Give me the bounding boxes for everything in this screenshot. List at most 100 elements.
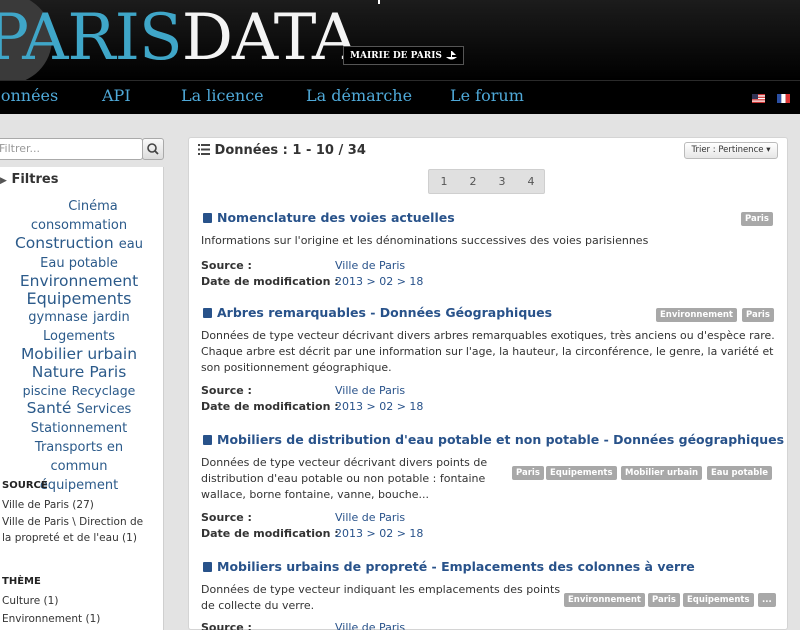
dataset-tag[interactable]: Mobilier urbain bbox=[621, 466, 703, 480]
cloud-tag[interactable]: Eau potable bbox=[40, 256, 118, 271]
cloud-tag[interactable]: consommation bbox=[31, 218, 127, 233]
dataset-tag[interactable]: Equipements bbox=[546, 466, 617, 480]
book-icon bbox=[203, 435, 212, 445]
book-icon bbox=[203, 562, 212, 572]
source-facet-item[interactable]: Ville de Paris (27) bbox=[2, 497, 152, 513]
right-gutter bbox=[790, 114, 800, 630]
cloud-tag[interactable]: Nature bbox=[32, 363, 85, 381]
dataset-source[interactable]: Ville de Paris bbox=[335, 384, 405, 397]
cloud-tag[interactable]: piscine bbox=[23, 383, 67, 398]
site-logo[interactable]: PARISDATA bbox=[0, 1, 358, 75]
theme-heading: THÈME bbox=[2, 576, 41, 587]
filtres-heading[interactable]: ▶ Filtres bbox=[0, 172, 58, 187]
main-nav: Données API La licence La démarche Le fo… bbox=[0, 80, 800, 115]
dataset-source[interactable]: Ville de Paris bbox=[335, 621, 405, 630]
filtres-label: Filtres bbox=[11, 172, 59, 187]
ship-icon bbox=[446, 51, 457, 60]
source-label: Source : bbox=[201, 259, 252, 272]
cloud-tag[interactable]: Paris bbox=[89, 363, 126, 381]
search-icon bbox=[147, 143, 159, 155]
cloud-tag[interactable]: Recyclage bbox=[72, 383, 136, 398]
dataset-date: 2013 > 02 > 18 bbox=[335, 275, 424, 288]
nav-licence[interactable]: La licence bbox=[181, 86, 264, 105]
cloud-tag[interactable]: eau bbox=[119, 237, 143, 252]
page: PARISDATA MAIRIE DE PARIS Données API La… bbox=[0, 0, 800, 630]
dataset-tag[interactable]: Paris bbox=[742, 308, 774, 322]
fr-flag-icon[interactable] bbox=[777, 94, 790, 103]
nav-donnees[interactable]: Données bbox=[0, 86, 58, 105]
dataset-description: Données de type vecteur décrivant divers… bbox=[201, 329, 775, 374]
top-marker bbox=[378, 0, 380, 4]
sort-label: Trier : Pertinence bbox=[691, 145, 764, 155]
nav-api[interactable]: API bbox=[102, 86, 131, 105]
dataset-source[interactable]: Ville de Paris bbox=[335, 511, 405, 524]
cloud-tag[interactable]: Environnement bbox=[20, 272, 138, 290]
dataset-tag[interactable]: Environnement bbox=[656, 308, 737, 322]
dataset-tag[interactable]: Equipements bbox=[683, 593, 754, 607]
theme-facet-item[interactable]: Culture (1) bbox=[2, 593, 152, 609]
cloud-tag[interactable]: Cinéma bbox=[68, 199, 118, 214]
caret-right-icon: ▶ bbox=[0, 176, 7, 186]
dataset-title: Nomenclature des voies actuelles bbox=[217, 210, 455, 225]
filter-placeholder: Filtrer... bbox=[0, 142, 41, 155]
filter-search-button[interactable] bbox=[142, 138, 164, 160]
cloud-tag[interactable]: Santé bbox=[27, 399, 72, 417]
dataset-description: Données de type vecteur indiquant les em… bbox=[201, 583, 561, 612]
cloud-tag[interactable]: Services bbox=[77, 402, 132, 417]
dataset-description: Données de type vecteur décrivant divers… bbox=[201, 456, 488, 501]
dataset-title-link[interactable]: Arbres remarquables - Données Géographiq… bbox=[203, 305, 552, 320]
dataset-description: Informations sur l'origine et les dénomi… bbox=[201, 234, 649, 247]
cloud-tag[interactable]: jardin bbox=[93, 310, 130, 325]
page-link-4[interactable]: 4 bbox=[523, 175, 539, 188]
filter-input[interactable]: Filtrer... bbox=[0, 138, 143, 160]
results-heading: Données : 1 - 10 / 34 bbox=[198, 143, 366, 158]
cloud-tag[interactable]: Construction bbox=[15, 234, 114, 252]
source-label: Source : bbox=[201, 511, 252, 524]
logo-data: DATA bbox=[181, 1, 358, 75]
date-label: Date de modification : bbox=[201, 527, 339, 540]
source-heading: SOURCE bbox=[2, 480, 48, 491]
nav-demarche[interactable]: La démarche bbox=[306, 86, 412, 105]
cloud-tag[interactable]: Stationnement bbox=[31, 421, 127, 436]
cloud-tag[interactable]: Mobilier urbain bbox=[21, 345, 137, 363]
date-label: Date de modification : bbox=[201, 400, 339, 413]
more-tags-button[interactable]: ... bbox=[758, 593, 776, 607]
book-icon bbox=[203, 308, 212, 318]
dataset-title-link[interactable]: Mobiliers urbains de propreté - Emplacem… bbox=[203, 559, 695, 574]
cloud-tag[interactable]: Transports en commun bbox=[35, 440, 123, 474]
dataset-title: Arbres remarquables - Données Géographiq… bbox=[217, 305, 553, 320]
nav-forum[interactable]: Le forum bbox=[450, 86, 524, 105]
date-label: Date de modification : bbox=[201, 275, 339, 288]
dataset-source[interactable]: Ville de Paris bbox=[335, 259, 405, 272]
site-header: PARISDATA MAIRIE DE PARIS bbox=[0, 0, 800, 80]
dataset-title: Mobiliers urbains de propreté - Emplacem… bbox=[217, 559, 695, 574]
sort-dropdown[interactable]: Trier : Pertinence ▾ bbox=[684, 142, 778, 159]
book-icon bbox=[203, 213, 212, 223]
dataset-tag[interactable]: Eau potable bbox=[707, 466, 773, 480]
pagination: 1 2 3 4 bbox=[428, 169, 545, 194]
cloud-tag[interactable]: équipement bbox=[40, 478, 118, 493]
tag-cloud: Cinéma consommation Construction eau Eau… bbox=[0, 196, 158, 494]
dataset-tag[interactable]: Environnement bbox=[564, 593, 645, 607]
caret-down-icon: ▾ bbox=[766, 145, 771, 155]
dataset-title-link[interactable]: Nomenclature des voies actuelles bbox=[203, 210, 455, 225]
dataset-tag[interactable]: Paris bbox=[512, 466, 544, 480]
page-link-1[interactable]: 1 bbox=[436, 175, 452, 188]
theme-facet-item[interactable]: Environnement (1) bbox=[2, 611, 152, 627]
source-facet-item[interactable]: Ville de Paris \ Direction de la propret… bbox=[2, 514, 152, 546]
dataset-tag[interactable]: Paris bbox=[648, 593, 680, 607]
page-link-2[interactable]: 2 bbox=[465, 175, 481, 188]
cloud-tag[interactable]: Logements bbox=[43, 329, 115, 344]
dataset-tag[interactable]: Paris bbox=[741, 212, 773, 226]
dataset-title-link[interactable]: Mobiliers de distribution d'eau potable … bbox=[203, 432, 784, 447]
source-label: Source : bbox=[201, 621, 252, 630]
cloud-tag[interactable]: gymnase bbox=[28, 310, 88, 325]
list-icon bbox=[198, 144, 210, 155]
dataset-date: 2013 > 02 > 18 bbox=[335, 527, 424, 540]
mairie-de-paris-badge[interactable]: MAIRIE DE PARIS bbox=[343, 46, 464, 65]
us-flag-icon[interactable] bbox=[752, 94, 765, 103]
cloud-tag[interactable]: Equipements bbox=[26, 289, 131, 308]
page-link-3[interactable]: 3 bbox=[494, 175, 510, 188]
dataset-title: Mobiliers de distribution d'eau potable … bbox=[217, 432, 785, 447]
source-label: Source : bbox=[201, 384, 252, 397]
